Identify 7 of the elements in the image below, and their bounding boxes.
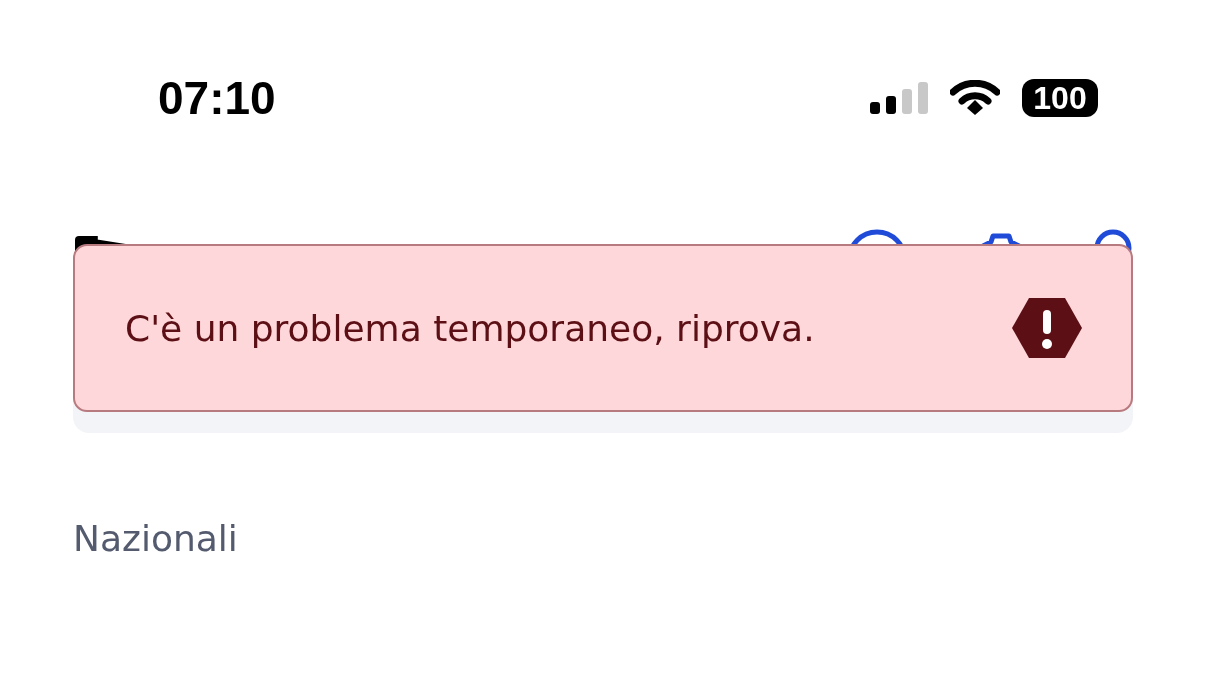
error-message: C'è un problema temporaneo, riprova. xyxy=(125,307,815,349)
signal-icon xyxy=(870,82,928,114)
status-time: 07:10 xyxy=(158,71,276,125)
warning-icon xyxy=(1011,296,1083,360)
wifi-icon xyxy=(950,80,1000,116)
section-title: Nazionali xyxy=(73,518,238,559)
battery-icon: 100 xyxy=(1022,79,1098,117)
